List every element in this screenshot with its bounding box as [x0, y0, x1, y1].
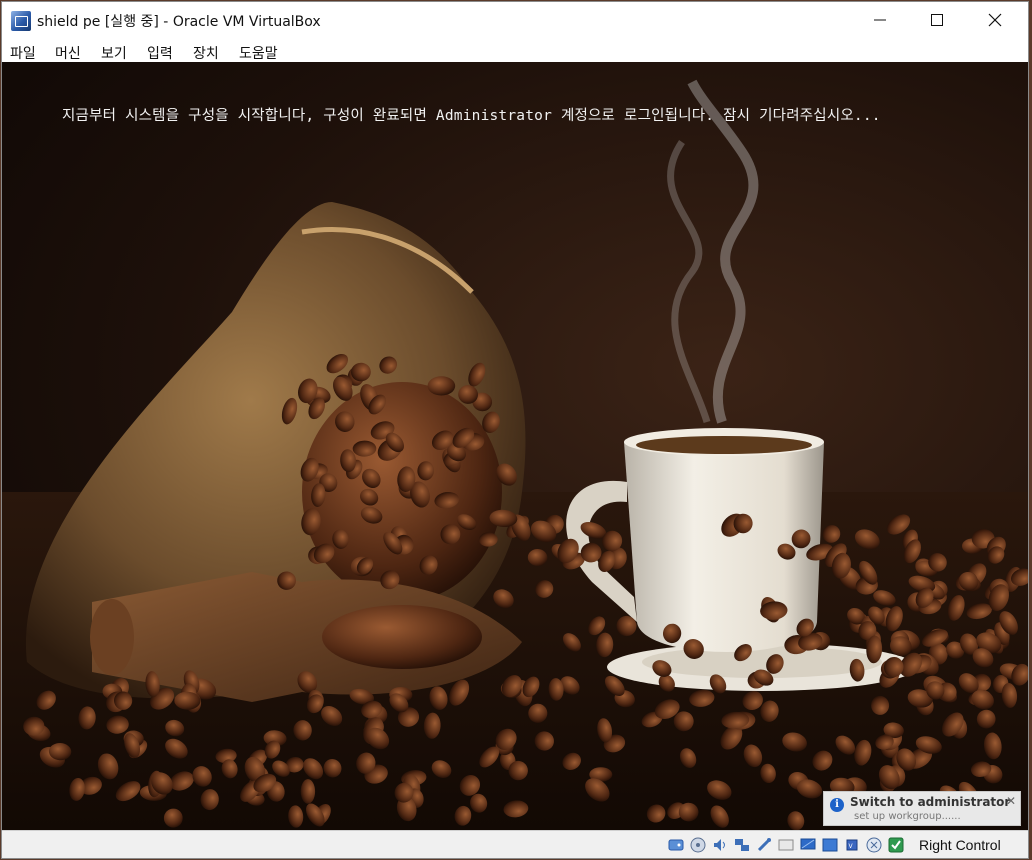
cpu-icon[interactable]: V	[844, 837, 860, 853]
minimize-icon	[874, 19, 886, 21]
audio-icon[interactable]	[712, 837, 728, 853]
notification-title: Switch to administrator	[850, 795, 1011, 809]
coffee-bean	[300, 779, 316, 804]
menu-view[interactable]: 보기	[101, 43, 127, 63]
optical-drive-icon[interactable]	[690, 837, 706, 853]
host-key-icon[interactable]	[888, 837, 904, 853]
video-capture-icon[interactable]	[822, 837, 838, 853]
setup-status-message: 지금부터 시스템을 구성을 시작합니다, 구성이 완료되면 Administra…	[62, 108, 881, 124]
mouse-integration-icon[interactable]	[866, 837, 882, 853]
shared-folders-icon[interactable]	[778, 837, 794, 853]
menu-devices[interactable]: 장치	[193, 43, 219, 63]
notification-close-icon[interactable]: ✕	[1006, 794, 1016, 808]
coffee-wallpaper	[2, 79, 1028, 830]
menu-file[interactable]: 파일	[10, 43, 36, 63]
notification-popup[interactable]: i Switch to administrator set up workgro…	[823, 791, 1021, 826]
virtualbox-window: shield pe [실행 중] - Oracle VM VirtualBox …	[2, 2, 1028, 858]
hard-disk-icon[interactable]	[668, 837, 684, 853]
maximize-icon	[931, 14, 943, 26]
display-icon[interactable]	[800, 837, 816, 853]
host-key-label: Right Control	[919, 837, 1001, 853]
menu-input[interactable]: 입력	[147, 43, 173, 63]
guest-display[interactable]: 지금부터 시스템을 구성을 시작합니다, 구성이 완료되면 Administra…	[2, 62, 1028, 830]
close-icon	[988, 13, 1002, 27]
status-bar: V Right Control	[2, 830, 1028, 858]
menu-bar: 파일 머신 보기 입력 장치 도움말	[2, 38, 1028, 62]
menu-help[interactable]: 도움말	[239, 43, 278, 63]
minimize-button[interactable]	[851, 2, 909, 38]
coffee-bean	[427, 376, 456, 396]
window-title: shield pe [실행 중] - Oracle VM VirtualBox	[37, 14, 321, 30]
network-icon[interactable]	[734, 837, 750, 853]
menu-machine[interactable]: 머신	[55, 43, 81, 63]
notification-subtitle: set up workgroup......	[854, 811, 961, 822]
title-bar[interactable]: shield pe [실행 중] - Oracle VM VirtualBox	[2, 2, 1028, 38]
virtualbox-icon	[11, 11, 31, 31]
maximize-button[interactable]	[908, 2, 966, 38]
info-icon: i	[830, 798, 844, 812]
usb-icon[interactable]	[756, 837, 772, 853]
close-button[interactable]	[966, 2, 1024, 38]
